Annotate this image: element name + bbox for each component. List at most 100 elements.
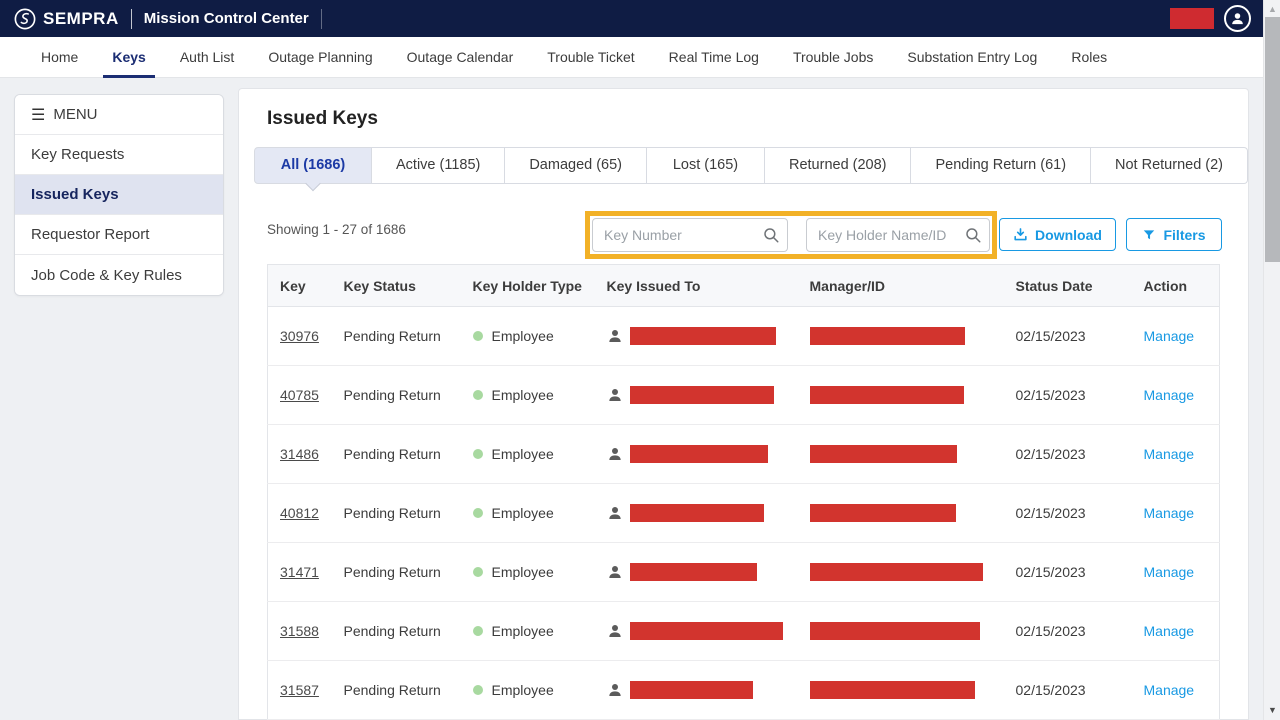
manage-link[interactable]: Manage xyxy=(1144,505,1195,521)
page-scrollbar[interactable]: ▲ ▼ xyxy=(1263,0,1280,720)
sidebar-item-issued-keys[interactable]: Issued Keys xyxy=(15,175,223,215)
holder-type-label: Employee xyxy=(491,446,554,462)
person-icon xyxy=(608,330,621,342)
tab-lost[interactable]: Lost (165) xyxy=(646,147,765,184)
table-row: 40812 Pending Return Employee 02/15/2023… xyxy=(267,483,1220,543)
redacted-manager-id xyxy=(809,445,957,463)
redacted-manager-id xyxy=(809,563,983,581)
user-avatar-button[interactable] xyxy=(1224,5,1251,32)
download-button[interactable]: Download xyxy=(999,218,1116,251)
scrollbar-thumb[interactable] xyxy=(1265,17,1280,262)
key-number-link[interactable]: 31587 xyxy=(280,682,319,698)
key-holder-input[interactable] xyxy=(806,218,990,252)
nav-item-outage-planning[interactable]: Outage Planning xyxy=(251,37,389,78)
tab-active[interactable]: Active (1185) xyxy=(372,147,506,184)
redacted-issued-to xyxy=(629,327,776,345)
key-status-cell: Pending Return xyxy=(331,306,461,366)
tab-damaged[interactable]: Damaged (65) xyxy=(505,147,647,184)
table-header-row: Key Key Status Key Holder Type Key Issue… xyxy=(267,264,1220,307)
brand-logo: SEMPRA xyxy=(14,8,119,30)
scrollbar-down-arrow[interactable]: ▼ xyxy=(1264,701,1280,718)
nav-item-auth-list[interactable]: Auth List xyxy=(163,37,251,78)
col-header-manager-id: Manager/ID xyxy=(797,264,1004,307)
key-holder-type-cell: Employee xyxy=(472,328,595,344)
sidebar-menu: ☰ MENU Key Requests Issued Keys Requesto… xyxy=(14,94,224,296)
nav-item-outage-calendar[interactable]: Outage Calendar xyxy=(390,37,531,78)
nav-item-trouble-ticket[interactable]: Trouble Ticket xyxy=(530,37,651,78)
sidebar-item-job-code-key-rules[interactable]: Job Code & Key Rules xyxy=(15,255,223,295)
key-number-link[interactable]: 40785 xyxy=(280,387,319,403)
status-date-cell: 02/15/2023 xyxy=(1003,424,1132,484)
redacted-manager-id xyxy=(809,504,956,522)
filters-button-label: Filters xyxy=(1163,226,1206,243)
page-title: Issued Keys xyxy=(267,108,378,129)
holder-type-label: Employee xyxy=(491,682,554,698)
key-holder-type-cell: Employee xyxy=(472,505,595,521)
key-holder-type-cell: Employee xyxy=(472,387,595,403)
status-dot-icon xyxy=(472,390,483,400)
tab-all[interactable]: All (1686) xyxy=(254,147,372,184)
redacted-username xyxy=(1170,8,1214,29)
sidebar-item-key-requests[interactable]: Key Requests xyxy=(15,135,223,175)
table-controls: Showing 1 - 27 of 1686 Key Number Key Ho… xyxy=(239,184,1248,264)
manage-link[interactable]: Manage xyxy=(1144,564,1195,580)
key-status-cell: Pending Return xyxy=(331,601,461,661)
status-dot-icon xyxy=(472,626,483,636)
col-header-key-issued-to: Key Issued To xyxy=(594,264,798,307)
person-icon xyxy=(608,448,621,460)
manage-link[interactable]: Manage xyxy=(1144,328,1195,344)
nav-item-trouble-jobs[interactable]: Trouble Jobs xyxy=(776,37,890,78)
nav-item-roles[interactable]: Roles xyxy=(1054,37,1124,78)
key-number-link[interactable]: 31588 xyxy=(280,623,319,639)
redacted-manager-id xyxy=(809,681,975,699)
status-date-cell: 02/15/2023 xyxy=(1003,306,1132,366)
table-row: 40785 Pending Return Employee 02/15/2023… xyxy=(267,365,1220,425)
sidebar-menu-toggle[interactable]: ☰ MENU xyxy=(15,95,223,135)
key-status-cell: Pending Return xyxy=(331,660,461,720)
key-issued-to-cell xyxy=(607,681,798,699)
manage-link[interactable]: Manage xyxy=(1144,446,1195,462)
tab-returned[interactable]: Returned (208) xyxy=(764,147,912,184)
app-header: SEMPRA Mission Control Center xyxy=(0,0,1263,37)
nav-item-real-time-log[interactable]: Real Time Log xyxy=(652,37,776,78)
manage-link[interactable]: Manage xyxy=(1144,682,1195,698)
holder-type-label: Employee xyxy=(491,623,554,639)
table-body: 30976 Pending Return Employee 02/15/2023… xyxy=(267,306,1220,720)
sempra-logo-icon xyxy=(14,8,36,29)
status-date-cell: 02/15/2023 xyxy=(1003,601,1132,661)
holder-type-label: Employee xyxy=(491,564,554,580)
key-issued-to-cell xyxy=(607,386,798,404)
holder-type-label: Employee xyxy=(491,505,554,521)
funnel-icon xyxy=(1144,229,1155,239)
table-row: 31471 Pending Return Employee 02/15/2023… xyxy=(267,542,1220,602)
person-icon xyxy=(608,684,621,696)
key-number-link[interactable]: 31471 xyxy=(280,564,319,580)
search-icon xyxy=(966,228,981,243)
redacted-issued-to xyxy=(629,563,757,581)
scrollbar-up-arrow[interactable]: ▲ xyxy=(1264,0,1280,17)
status-dot-icon xyxy=(472,449,483,459)
key-number-link[interactable]: 40812 xyxy=(280,505,319,521)
manage-link[interactable]: Manage xyxy=(1144,623,1195,639)
results-count-text: Showing 1 - 27 of 1686 xyxy=(267,222,406,237)
key-number-link[interactable]: 31486 xyxy=(280,446,319,462)
nav-item-keys[interactable]: Keys xyxy=(95,37,162,78)
app-title: Mission Control Center xyxy=(143,10,309,27)
manage-link[interactable]: Manage xyxy=(1144,387,1195,403)
key-issued-to-cell xyxy=(607,327,798,345)
redacted-issued-to xyxy=(629,681,753,699)
person-icon xyxy=(1232,13,1243,25)
key-number-input[interactable] xyxy=(592,218,788,252)
tab-not-returned[interactable]: Not Returned (2) xyxy=(1091,147,1248,184)
filters-button[interactable]: Filters xyxy=(1126,218,1222,251)
nav-item-home[interactable]: Home xyxy=(24,37,95,78)
person-icon xyxy=(608,625,621,637)
key-holder-search xyxy=(806,218,990,252)
status-tab-strip: All (1686) Active (1185) Damaged (65) Lo… xyxy=(254,147,1248,184)
tab-pending-return[interactable]: Pending Return (61) xyxy=(911,147,1092,184)
nav-item-substation-entry-log[interactable]: Substation Entry Log xyxy=(890,37,1054,78)
key-number-link[interactable]: 30976 xyxy=(280,328,319,344)
person-icon xyxy=(608,507,621,519)
sidebar-item-requestor-report[interactable]: Requestor Report xyxy=(15,215,223,255)
redacted-issued-to xyxy=(629,445,768,463)
